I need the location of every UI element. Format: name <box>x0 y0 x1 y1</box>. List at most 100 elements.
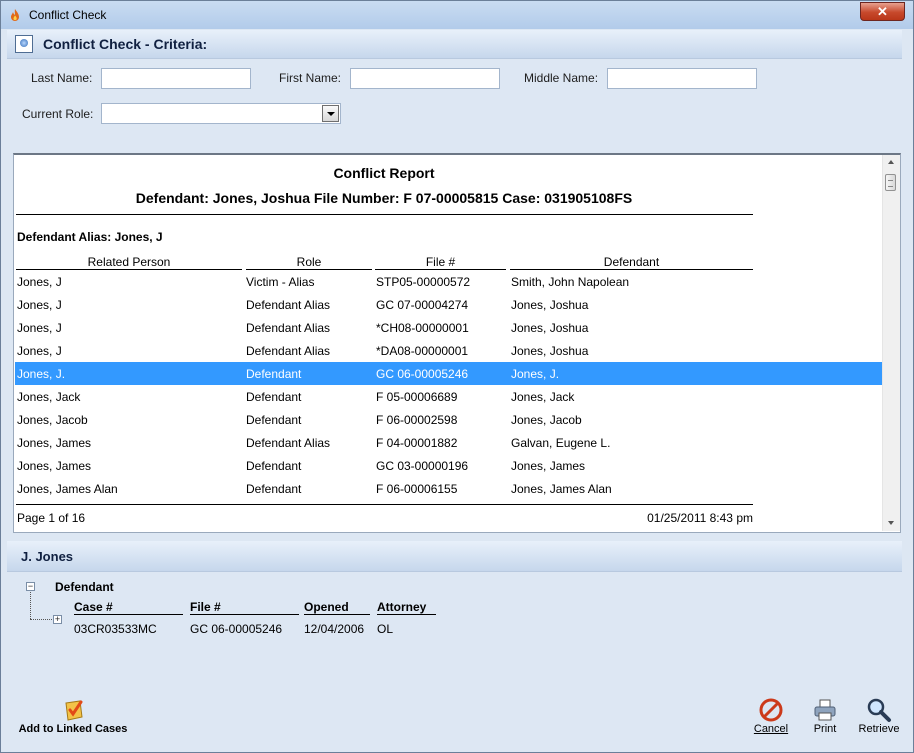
last-name-field[interactable] <box>101 68 251 89</box>
page-info: Page 1 of 16 <box>17 511 86 525</box>
report-timestamp: 01/25/2011 8:43 pm <box>647 511 753 525</box>
related-person-cell: Jones, James <box>17 459 92 473</box>
collapse-icon[interactable]: − <box>26 582 35 591</box>
file-number-cell: GC 03-00000196 <box>376 459 469 473</box>
role-cell: Defendant Alias <box>246 436 331 450</box>
printer-icon <box>814 699 836 721</box>
report-rows: Jones, J Victim - Alias STP05-00000572 Smit… <box>15 270 883 500</box>
scroll-down-icon[interactable] <box>888 521 894 525</box>
file-number-cell: F 05-00006689 <box>376 390 458 404</box>
first-name-field[interactable] <box>350 68 500 89</box>
criteria-header: Conflict Check - Criteria: <box>7 30 902 59</box>
related-person-cell: Jones, Jacob <box>17 413 88 427</box>
detail-header: J. Jones <box>7 541 902 572</box>
flame-app-icon <box>11 9 19 21</box>
role-cell: Defendant Alias <box>246 298 331 312</box>
close-button[interactable]: ✕ <box>860 2 905 21</box>
cancel-icon <box>759 698 783 722</box>
conflict-report: Conflict Report Defendant: Jones, Joshua… <box>13 153 901 533</box>
detail-attorney-value: OL <box>377 622 394 636</box>
detail-opened-value: 12/04/2006 <box>304 622 365 636</box>
defendant-cell: Smith, John Napolean <box>511 275 630 289</box>
criteria-title: Conflict Check - Criteria: <box>43 36 208 52</box>
chevron-down-icon[interactable] <box>322 105 339 122</box>
file-number-cell: GC 06-00005246 <box>376 367 469 381</box>
file-number-cell: STP05-00000572 <box>376 275 471 289</box>
detail-col-file: File # <box>190 600 221 614</box>
scroll-thumb[interactable] <box>885 174 896 191</box>
table-row[interactable]: Jones, J Victim - Alias STP05-00000572 Smit… <box>15 270 883 293</box>
defendant-alias: Defendant Alias: Jones, J <box>17 230 163 244</box>
related-person-cell: Jones, J <box>17 298 62 312</box>
search-criteria-icon <box>15 35 33 53</box>
scroll-up-icon[interactable] <box>888 160 894 164</box>
defendant-cell: Jones, Joshua <box>511 344 589 358</box>
file-number-cell: GC 07-00004274 <box>376 298 469 312</box>
file-number-cell: F 04-00001882 <box>376 436 458 450</box>
defendant-cell: Jones, Joshua <box>511 321 589 335</box>
table-row[interactable]: Jones, J. Defendant GC 06-00005246 Jones, J… <box>15 362 883 385</box>
role-cell: Defendant <box>246 413 302 427</box>
table-row[interactable]: Jones, J Defendant Alias *DA08-00000001 Jon… <box>15 339 883 362</box>
add-linked-cases-button[interactable]: Add to Linked Cases <box>18 697 128 735</box>
table-row[interactable]: Jones, Jacob Defendant F 06-00002598 Jones,… <box>15 408 883 431</box>
report-title: Conflict Report <box>333 165 435 181</box>
first-name-label: First Name: <box>279 71 342 85</box>
related-person-cell: Jones, J <box>17 321 62 335</box>
table-row[interactable]: Jones, J Defendant Alias GC 07-00004274 Jon… <box>15 293 883 316</box>
detail-title: J. Jones <box>21 549 74 564</box>
col-related-person: Related Person <box>87 255 171 269</box>
table-row[interactable]: Jones, James Defendant GC 03-00000196 Jones… <box>15 454 883 477</box>
defendant-cell: Jones, Joshua <box>511 298 589 312</box>
detail-col-case: Case # <box>74 600 113 614</box>
related-person-cell: Jones, J <box>17 344 62 358</box>
defendant-cell: Jones, Jacob <box>511 413 582 427</box>
current-role-label: Current Role: <box>22 107 94 121</box>
last-name-label: Last Name: <box>31 71 93 85</box>
defendant-cell: Jones, James <box>511 459 586 473</box>
table-row[interactable]: Jones, J Defendant Alias *CH08-00000001 Jon… <box>15 316 883 339</box>
group-label: Defendant <box>55 580 114 594</box>
role-cell: Defendant Alias <box>246 344 331 358</box>
related-person-cell: Jones, James Alan <box>17 482 118 496</box>
detail-col-attorney: Attorney <box>377 600 427 614</box>
title-bar: Conflict Check ✕ <box>1 1 913 29</box>
detail-file-value[interactable]: GC 06-00005246 <box>190 622 282 636</box>
cancel-label: Cancel <box>753 723 789 735</box>
table-row[interactable]: Jones, James Defendant Alias F 04-00001882… <box>15 431 883 454</box>
table-row[interactable]: Jones, Jack Defendant F 05-00006689 Jones, … <box>15 385 883 408</box>
col-file-number: File # <box>425 255 456 269</box>
col-role: Role <box>296 255 322 269</box>
print-button[interactable]: Print <box>806 697 844 735</box>
expand-icon[interactable]: + <box>53 615 62 624</box>
print-label: Print <box>813 723 837 735</box>
related-person-cell: Jones, James <box>17 436 92 450</box>
role-cell: Defendant <box>246 367 302 381</box>
middle-name-label: Middle Name: <box>524 71 599 85</box>
cancel-button[interactable]: Cancel <box>750 697 792 735</box>
defendant-cell: Jones, James Alan <box>511 482 612 496</box>
retrieve-label: Retrieve <box>858 723 900 735</box>
vertical-scrollbar[interactable] <box>882 155 900 531</box>
table-row[interactable]: Jones, James Alan Defendant F 06-00006155 J… <box>15 477 883 500</box>
role-cell: Defendant <box>246 390 302 404</box>
file-number-cell: F 06-00002598 <box>376 413 458 427</box>
defendant-cell: Galvan, Eugene L. <box>511 436 611 450</box>
role-cell: Defendant <box>246 482 302 496</box>
retrieve-button[interactable]: Retrieve <box>857 697 901 735</box>
role-cell: Defendant Alias <box>246 321 331 335</box>
col-defendant: Defendant <box>603 255 660 269</box>
related-person-cell: Jones, Jack <box>17 390 81 404</box>
detail-case-value[interactable]: 03CR03533MC <box>74 622 157 636</box>
current-role-select[interactable] <box>101 103 341 124</box>
related-person-cell: Jones, J <box>17 275 62 289</box>
close-icon: ✕ <box>877 4 888 19</box>
role-cell: Defendant <box>246 459 302 473</box>
report-subtitle: Defendant: Jones, Joshua File Number: F … <box>135 190 633 206</box>
file-number-cell: *CH08-00000001 <box>376 321 469 335</box>
checklist-icon <box>65 700 83 721</box>
middle-name-field[interactable] <box>607 68 757 89</box>
magnifier-icon <box>867 698 891 722</box>
add-linked-cases-label: Add to Linked Cases <box>18 723 128 735</box>
defendant-cell: Jones, J. <box>511 367 560 381</box>
